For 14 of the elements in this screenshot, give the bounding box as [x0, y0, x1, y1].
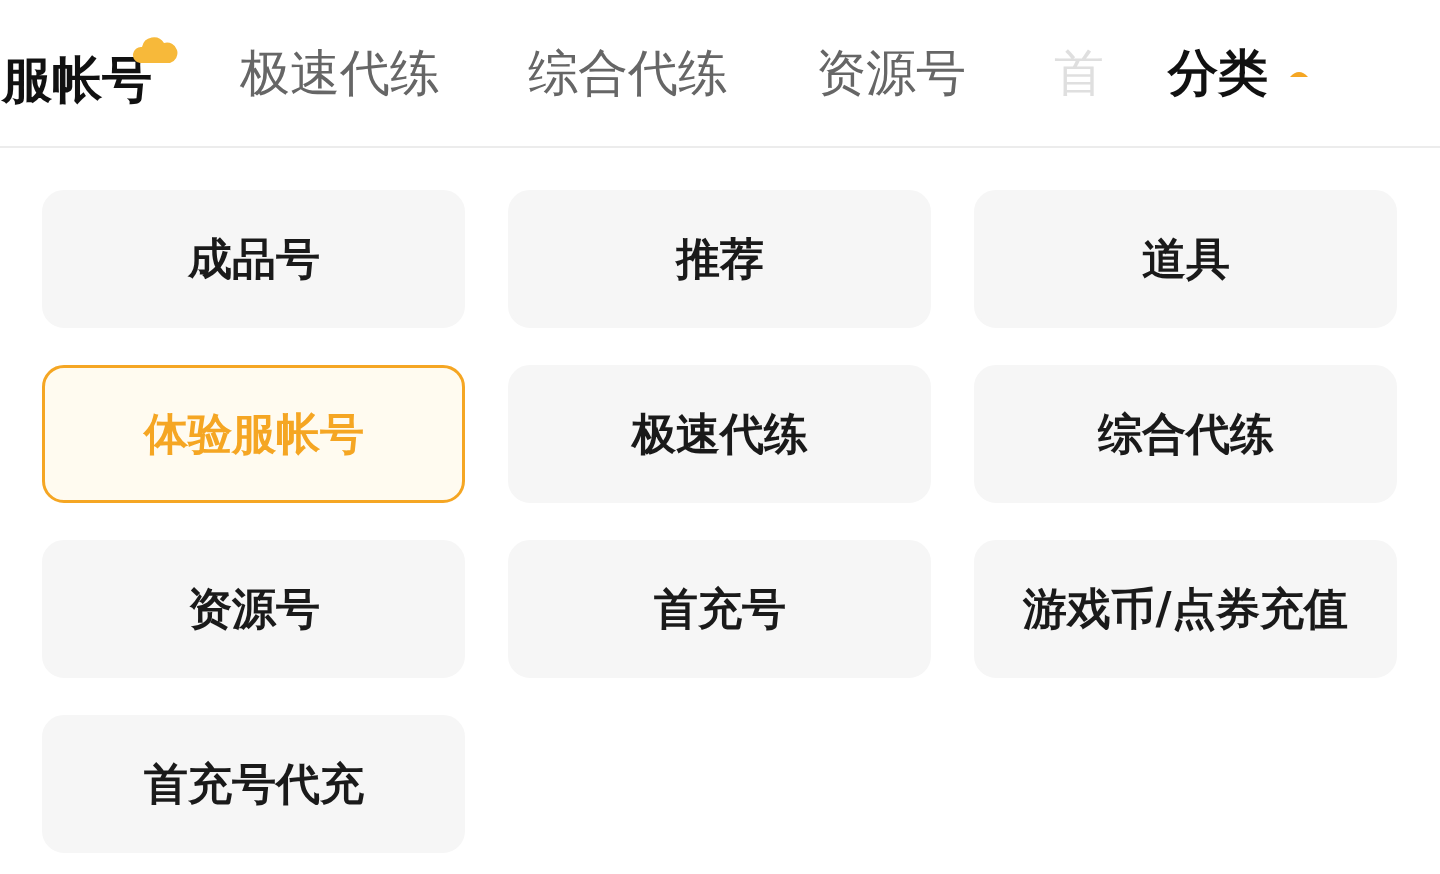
- category-option[interactable]: 道具: [974, 190, 1397, 328]
- category-option[interactable]: 首充号: [508, 540, 931, 678]
- category-tab[interactable]: 极速代练: [240, 39, 440, 107]
- category-option[interactable]: 综合代练: [974, 365, 1397, 503]
- category-option[interactable]: 首充号代充: [42, 715, 465, 853]
- category-tab[interactable]: 资源号: [816, 39, 966, 107]
- category-option[interactable]: 资源号: [42, 540, 465, 678]
- category-tab[interactable]: 服帐号: [0, 32, 178, 114]
- category-toggle[interactable]: 分类: [1168, 39, 1310, 107]
- category-option[interactable]: 推荐: [508, 190, 931, 328]
- category-tab[interactable]: 综合代练: [528, 39, 728, 107]
- category-option[interactable]: 成品号: [42, 190, 465, 328]
- category-option[interactable]: 极速代练: [508, 365, 931, 503]
- category-option[interactable]: 游戏币/点券充值: [974, 540, 1397, 678]
